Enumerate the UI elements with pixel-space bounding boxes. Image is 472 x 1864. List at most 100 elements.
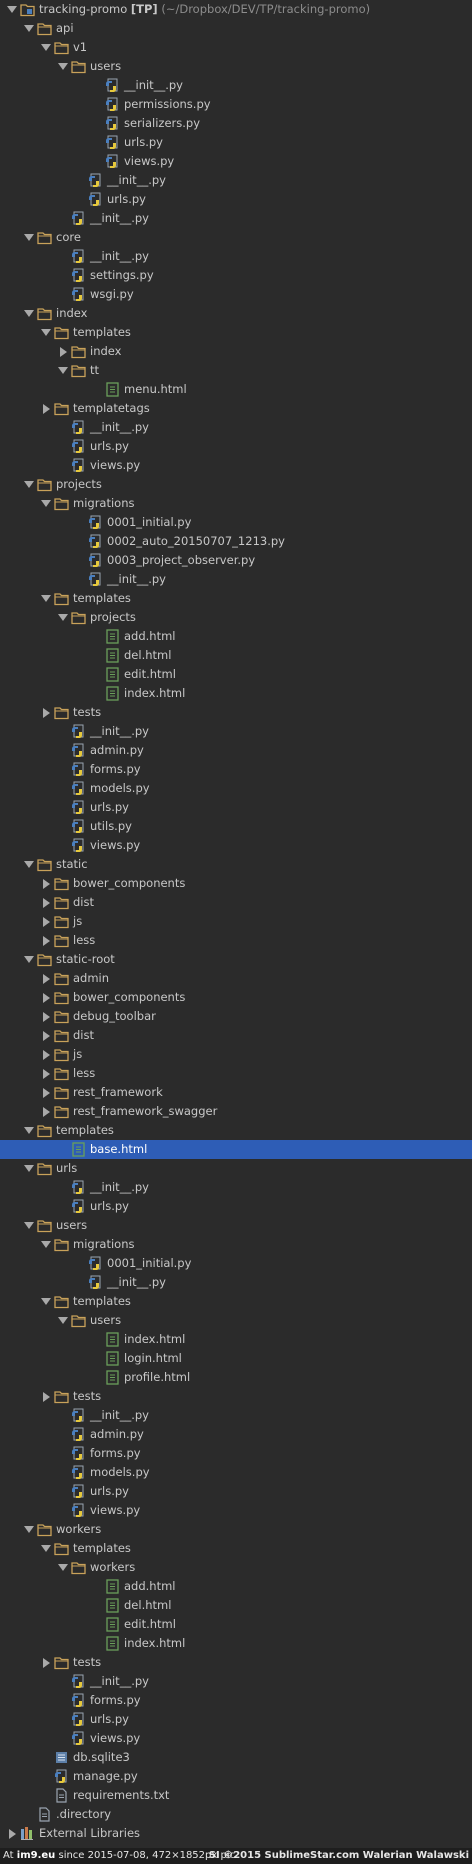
tree-folder-row[interactable]: projects [0,608,472,627]
tree-folder-row[interactable]: workers [0,1558,472,1577]
expand-arrow-closed-icon[interactable] [40,893,52,912]
tree-file-row[interactable]: __init__.py [0,171,472,190]
tree-folder-row[interactable]: templates [0,323,472,342]
tree-folder-row[interactable]: less [0,931,472,950]
tree-file-row[interactable]: settings.py [0,266,472,285]
tree-folder-row[interactable]: bower_components [0,874,472,893]
tree-folder-row[interactable]: users [0,57,472,76]
tree-file-row[interactable]: __init__.py [0,722,472,741]
expand-arrow-closed-icon[interactable] [40,1083,52,1102]
tree-file-row[interactable]: wsgi.py [0,285,472,304]
tree-file-row[interactable]: admin.py [0,1425,472,1444]
tree-file-row[interactable]: manage.py [0,1767,472,1786]
tree-folder-row[interactable]: bower_components [0,988,472,1007]
tree-file-row[interactable]: forms.py [0,1691,472,1710]
tree-file-row[interactable]: admin.py [0,741,472,760]
tree-file-row[interactable]: __init__.py [0,76,472,95]
tree-file-row[interactable]: __init__.py [0,1672,472,1691]
expand-arrow-open-icon[interactable] [23,1520,35,1539]
tree-folder-row[interactable]: templates [0,1292,472,1311]
expand-arrow-open-icon[interactable] [40,1292,52,1311]
tree-file-row[interactable]: urls.py [0,1710,472,1729]
tree-folder-row[interactable]: users [0,1216,472,1235]
expand-arrow-closed-icon[interactable] [40,874,52,893]
expand-arrow-open-icon[interactable] [23,228,35,247]
tree-folder-row[interactable]: tests [0,1387,472,1406]
tree-file-row[interactable]: __init__.py [0,1273,472,1292]
tree-file-row[interactable]: serializers.py [0,114,472,133]
expand-arrow-open-icon[interactable] [23,950,35,969]
tree-file-row[interactable]: del.html [0,1596,472,1615]
expand-arrow-closed-icon[interactable] [40,1045,52,1064]
expand-arrow-open-icon[interactable] [23,19,35,38]
tree-file-row[interactable]: views.py [0,1729,472,1748]
tree-file-row[interactable]: menu.html [0,380,472,399]
tree-file-row[interactable]: utils.py [0,817,472,836]
tree-folder-row[interactable]: templates [0,1121,472,1140]
tree-file-row[interactable]: 0003_project_observer.py [0,551,472,570]
tree-folder-row[interactable]: migrations [0,1235,472,1254]
tree-file-row[interactable]: edit.html [0,1615,472,1634]
expand-arrow-closed-icon[interactable] [40,399,52,418]
tree-folder-row[interactable]: urls [0,1159,472,1178]
tree-file-row[interactable]: urls.py [0,190,472,209]
tree-file-row[interactable]: base.html [0,1140,472,1159]
expand-arrow-closed-icon[interactable] [6,1824,18,1843]
tree-file-row[interactable]: urls.py [0,1482,472,1501]
expand-arrow-open-icon[interactable] [57,608,69,627]
tree-file-row[interactable]: forms.py [0,760,472,779]
tree-file-row[interactable]: 0001_initial.py [0,1254,472,1273]
tree-file-row[interactable]: __init__.py [0,1178,472,1197]
tree-file-row[interactable]: __init__.py [0,1406,472,1425]
tree-folder-row[interactable]: templates [0,1539,472,1558]
tree-file-row[interactable]: External Libraries [0,1824,472,1843]
tree-folder-row[interactable]: tt [0,361,472,380]
tree-file-row[interactable]: views.py [0,152,472,171]
tree-folder-row[interactable]: v1 [0,38,472,57]
tree-folder-row[interactable]: core [0,228,472,247]
tree-folder-row[interactable]: js [0,1045,472,1064]
expand-arrow-open-icon[interactable] [40,589,52,608]
tree-file-row[interactable]: add.html [0,627,472,646]
expand-arrow-open-icon[interactable] [23,1216,35,1235]
tree-file-row[interactable]: __init__.py [0,418,472,437]
tree-folder-row[interactable]: dist [0,893,472,912]
expand-arrow-open-icon[interactable] [57,361,69,380]
expand-arrow-open-icon[interactable] [23,475,35,494]
tree-folder-row[interactable]: debug_toolbar [0,1007,472,1026]
tree-file-row[interactable]: requirements.txt [0,1786,472,1805]
tree-folder-row[interactable]: index [0,342,472,361]
expand-arrow-closed-icon[interactable] [40,1102,52,1121]
expand-arrow-open-icon[interactable] [23,855,35,874]
expand-arrow-open-icon[interactable] [40,1235,52,1254]
tree-file-row[interactable]: __init__.py [0,570,472,589]
tree-file-row[interactable]: urls.py [0,798,472,817]
tree-folder-row[interactable]: migrations [0,494,472,513]
tree-file-row[interactable]: urls.py [0,133,472,152]
tree-file-row[interactable]: permissions.py [0,95,472,114]
tree-folder-row[interactable]: rest_framework_swagger [0,1102,472,1121]
tree-folder-row[interactable]: api [0,19,472,38]
tree-folder-row[interactable]: projects [0,475,472,494]
expand-arrow-closed-icon[interactable] [40,703,52,722]
tree-file-row[interactable]: index.html [0,1330,472,1349]
tree-file-row[interactable]: views.py [0,1501,472,1520]
expand-arrow-open-icon[interactable] [23,1159,35,1178]
expand-arrow-closed-icon[interactable] [40,1064,52,1083]
expand-arrow-closed-icon[interactable] [40,988,52,1007]
expand-arrow-closed-icon[interactable] [40,1026,52,1045]
expand-arrow-open-icon[interactable] [57,1311,69,1330]
tree-folder-row[interactable]: index [0,304,472,323]
expand-arrow-open-icon[interactable] [6,0,18,19]
tree-file-row[interactable]: login.html [0,1349,472,1368]
expand-arrow-open-icon[interactable] [23,304,35,323]
tree-file-row[interactable]: add.html [0,1577,472,1596]
tree-folder-row[interactable]: static-root [0,950,472,969]
expand-arrow-open-icon[interactable] [40,323,52,342]
tree-file-row[interactable]: del.html [0,646,472,665]
expand-arrow-closed-icon[interactable] [40,912,52,931]
tree-file-row[interactable]: __init__.py [0,247,472,266]
tree-folder-row[interactable]: templatetags [0,399,472,418]
expand-arrow-open-icon[interactable] [40,38,52,57]
tree-file-row[interactable]: views.py [0,836,472,855]
